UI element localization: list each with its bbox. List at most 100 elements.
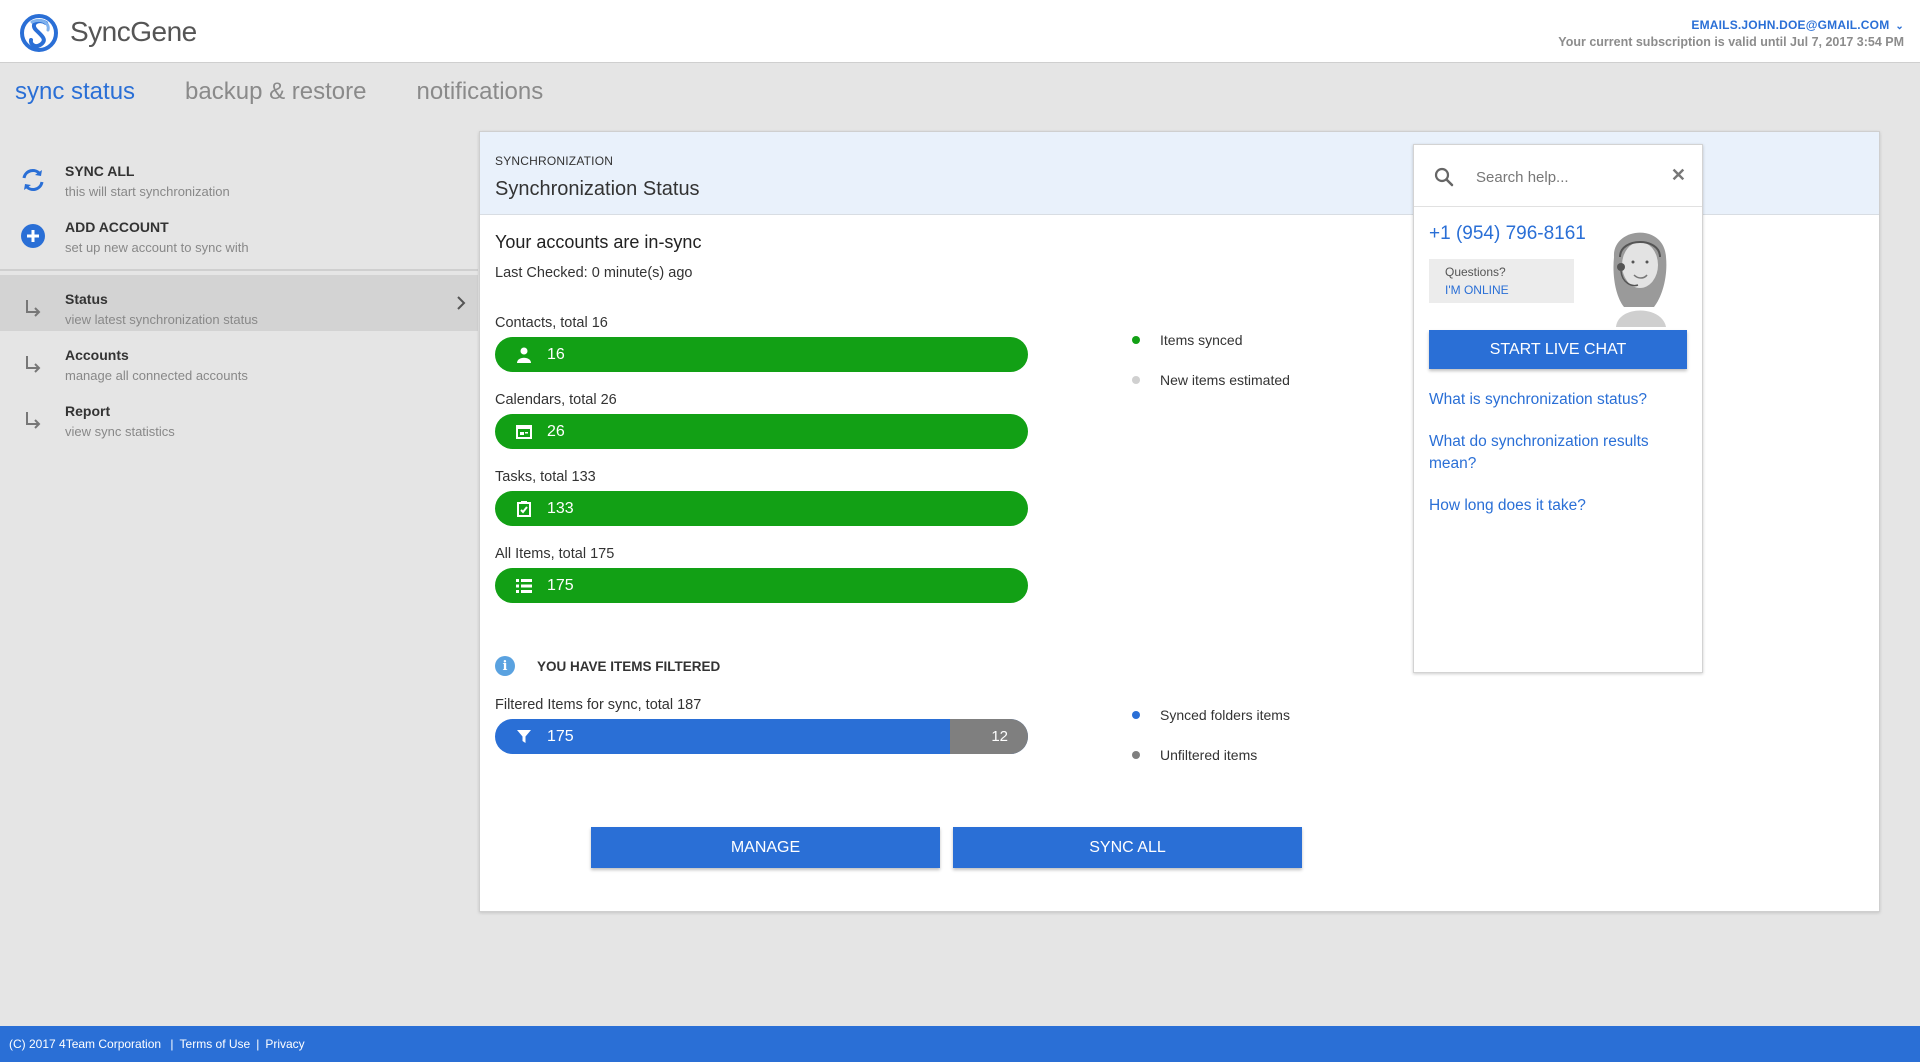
- synced-value: 175: [547, 727, 574, 745]
- bar-value: 26: [547, 422, 565, 440]
- legend-dot: [1132, 336, 1140, 344]
- support-agent-avatar: [1594, 217, 1684, 327]
- info-icon: i: [495, 656, 515, 676]
- subitem-arrow-icon: [18, 405, 48, 435]
- last-checked: Last Checked: 0 minute(s) ago: [495, 265, 693, 281]
- unfiltered-value: 12: [991, 728, 1008, 745]
- syncgene-logo-icon: [20, 14, 58, 52]
- help-search-input[interactable]: [1476, 163, 1656, 191]
- legend-items-synced: Items synced: [1132, 332, 1242, 348]
- bar-value: 133: [547, 499, 574, 517]
- sidebar-item-desc: view latest synchronization status: [65, 312, 258, 327]
- calendar-icon: [515, 423, 533, 441]
- sync-all-button[interactable]: SYNC ALL: [953, 827, 1302, 868]
- sidebar-action-desc: this will start synchronization: [65, 184, 230, 199]
- account-info: EMAILS.JOHN.DOE@GMAIL.COM ⌄ Your current …: [1558, 18, 1904, 49]
- sidebar-item-desc: view sync statistics: [65, 424, 175, 439]
- add-circle-icon: [18, 221, 48, 251]
- sidebar-action-desc: set up new account to sync with: [65, 240, 249, 255]
- filtered-notice-text: YOU HAVE ITEMS FILTERED: [537, 658, 721, 674]
- person-icon: [515, 346, 533, 364]
- close-icon[interactable]: ✕: [1671, 165, 1686, 186]
- filtered-bar-block: Filtered Items for sync, total 187 175 1…: [495, 697, 1028, 754]
- sidebar-action-sync-all[interactable]: SYNC ALL this will start synchronization: [0, 147, 478, 203]
- help-search-bar: ✕: [1414, 145, 1702, 207]
- subitem-arrow-icon: [18, 349, 48, 379]
- sync-status-headline: Your accounts are in-sync: [495, 232, 702, 252]
- account-menu[interactable]: EMAILS.JOHN.DOE@GMAIL.COM ⌄: [1558, 18, 1904, 32]
- sidebar: SYNC ALL this will start synchronization…: [0, 147, 478, 443]
- legend-dot: [1132, 711, 1140, 719]
- legend-new-items: New items estimated: [1132, 372, 1290, 388]
- questions-label: Questions?: [1445, 265, 1506, 279]
- sidebar-action-title: ADD ACCOUNT: [65, 219, 169, 235]
- bar-label: Calendars, total 26: [495, 392, 617, 408]
- header: SyncGene EMAILS.JOHN.DOE@GMAIL.COM ⌄ Your…: [0, 0, 1920, 63]
- all-items-progress-bar: 175: [495, 568, 1028, 603]
- subitem-arrow-icon: [18, 293, 48, 323]
- sidebar-item-report[interactable]: Report view sync statistics: [0, 387, 478, 443]
- privacy-link[interactable]: Privacy: [265, 1037, 304, 1051]
- all-items-bar-block: All Items, total 175 175: [495, 546, 1028, 603]
- tasks-bar-block: Tasks, total 133 133: [495, 469, 1028, 526]
- legend-label: Unfiltered items: [1160, 747, 1258, 763]
- footer-separator: |: [256, 1037, 260, 1051]
- legend-label: New items estimated: [1160, 372, 1290, 388]
- contacts-bar-block: Contacts, total 16 16: [495, 315, 1028, 372]
- manage-button[interactable]: MANAGE: [591, 827, 940, 868]
- account-email: EMAILS.JOHN.DOE@GMAIL.COM: [1691, 18, 1890, 32]
- task-icon: [515, 500, 533, 518]
- terms-link[interactable]: Terms of Use: [180, 1037, 251, 1051]
- search-icon: [1434, 167, 1454, 192]
- filtered-notice: i YOU HAVE ITEMS FILTERED: [495, 656, 720, 676]
- legend-unfiltered: Unfiltered items: [1132, 747, 1257, 763]
- sidebar-action-add-account[interactable]: ADD ACCOUNT set up new account to sync w…: [0, 203, 478, 259]
- sidebar-item-label: Accounts: [65, 347, 129, 363]
- unfiltered-segment: 12: [950, 719, 1028, 754]
- chevron-down-icon: ⌄: [1895, 21, 1904, 32]
- sync-icon: [18, 165, 48, 195]
- contacts-progress-bar: 16: [495, 337, 1028, 372]
- tab-notifications[interactable]: notifications: [416, 78, 543, 118]
- help-link-sync-results[interactable]: What do synchronization results mean?: [1429, 431, 1679, 475]
- filtered-progress-bar: 175 12: [495, 719, 1028, 754]
- bar-label: All Items, total 175: [495, 546, 615, 562]
- tasks-progress-bar: 133: [495, 491, 1028, 526]
- tab-sync-status[interactable]: sync status: [15, 78, 135, 118]
- subscription-status: Your current subscription is valid until…: [1558, 35, 1904, 49]
- help-link-duration[interactable]: How long does it take?: [1429, 495, 1679, 517]
- help-widget: ✕ +1 (954) 796-8161 Questions? I'M ONLIN…: [1413, 144, 1703, 673]
- bar-label: Filtered Items for sync, total 187: [495, 697, 702, 713]
- chevron-right-icon: [456, 295, 466, 316]
- questions-bubble: Questions? I'M ONLINE: [1429, 259, 1574, 303]
- footer-separator: |: [167, 1037, 174, 1051]
- list-icon: [515, 577, 533, 595]
- sidebar-item-status[interactable]: Status view latest synchronization statu…: [0, 275, 478, 331]
- bar-label: Contacts, total 16: [495, 315, 608, 331]
- sidebar-action-title: SYNC ALL: [65, 163, 135, 179]
- tab-backup-restore[interactable]: backup & restore: [185, 78, 366, 118]
- support-phone[interactable]: +1 (954) 796-8161: [1429, 223, 1586, 245]
- bar-value: 175: [547, 576, 574, 594]
- calendars-progress-bar: 26: [495, 414, 1028, 449]
- logo[interactable]: SyncGene: [18, 10, 197, 54]
- legend-synced-folders: Synced folders items: [1132, 707, 1290, 723]
- sidebar-item-label: Status: [65, 291, 108, 307]
- filter-icon: [515, 728, 533, 746]
- sidebar-item-desc: manage all connected accounts: [65, 368, 248, 383]
- online-status: I'M ONLINE: [1445, 283, 1509, 297]
- help-link-sync-status[interactable]: What is synchronization status?: [1429, 389, 1679, 411]
- legend-dot: [1132, 751, 1140, 759]
- footer: (C) 2017 4Team Corporation | Terms of Us…: [0, 1026, 1920, 1062]
- main-tabs: sync status backup & restore notificatio…: [0, 78, 578, 118]
- bar-label: Tasks, total 133: [495, 469, 596, 485]
- sidebar-divider: [0, 269, 478, 271]
- bar-value: 16: [547, 345, 565, 363]
- logo-text: SyncGene: [70, 16, 197, 47]
- copyright: (C) 2017 4Team Corporation: [9, 1037, 162, 1051]
- start-live-chat-button[interactable]: START LIVE CHAT: [1429, 330, 1687, 369]
- legend-label: Synced folders items: [1160, 707, 1290, 723]
- legend-dot: [1132, 376, 1140, 384]
- sidebar-item-label: Report: [65, 403, 111, 419]
- sidebar-item-accounts[interactable]: Accounts manage all connected accounts: [0, 331, 478, 387]
